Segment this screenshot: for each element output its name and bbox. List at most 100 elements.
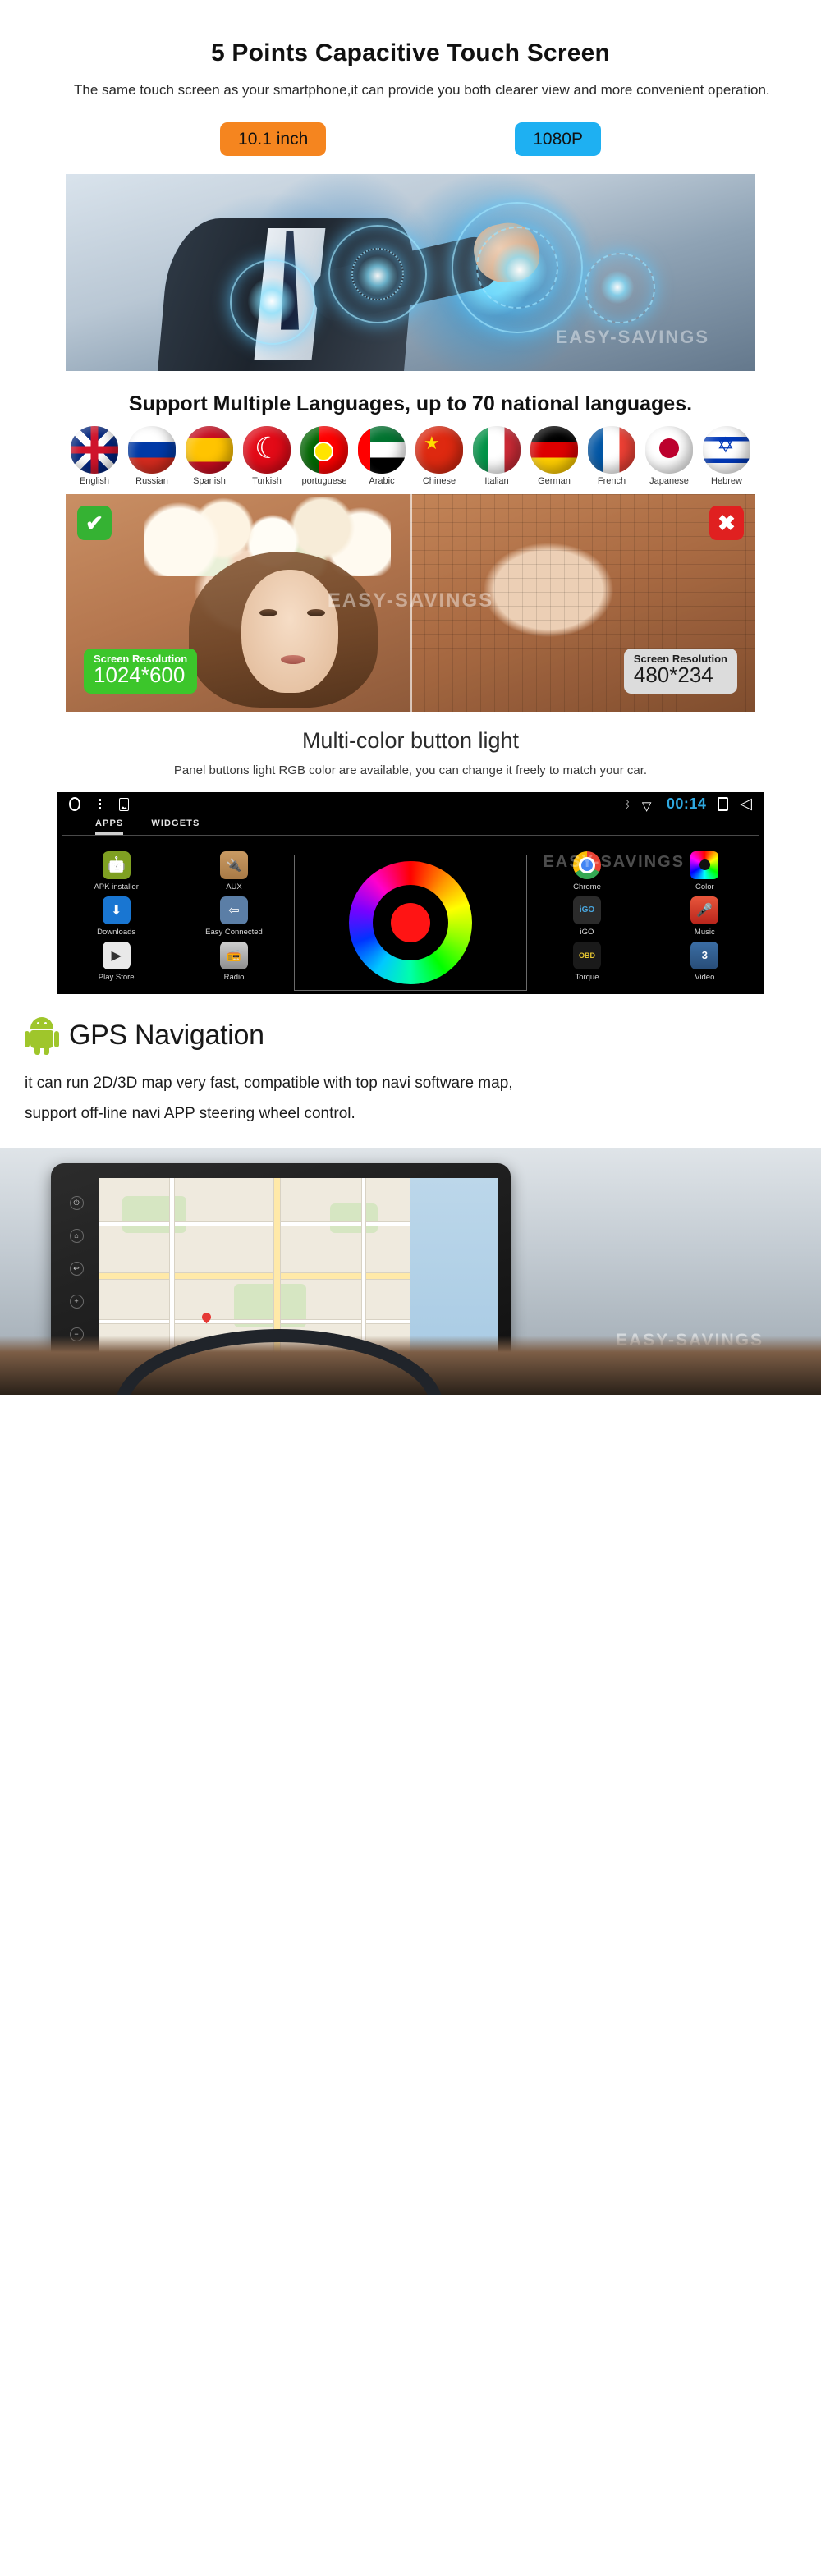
app-color[interactable]: Color (646, 846, 764, 892)
badge-screen-size: 10.1 inch (220, 121, 327, 156)
home-key[interactable]: ⌂ (69, 1228, 84, 1243)
app-label: Music (694, 927, 715, 937)
gps-heading-row: GPS Navigation (25, 1016, 821, 1055)
app-easy-connected[interactable]: ⇦ Easy Connected (175, 892, 292, 937)
flag-label: Spanish (193, 475, 226, 486)
app-label: Torque (575, 972, 599, 982)
flag-item-english: English (67, 425, 122, 486)
volume-up-key[interactable]: + (69, 1294, 84, 1309)
app-label: Easy Connected (205, 927, 263, 937)
color-preview-swatch[interactable] (391, 902, 430, 942)
flag-item-french: French (585, 425, 640, 486)
gps-description-line1: it can run 2D/3D map very fast, compatib… (25, 1074, 513, 1092)
menu-icon[interactable] (99, 799, 101, 810)
photo-lips (281, 654, 305, 664)
color-icon (690, 850, 719, 879)
torque-icon: OBD (572, 941, 601, 969)
app-apk-installer[interactable]: APK installer (57, 846, 175, 892)
page-title: 5 Points Capacitive Touch Screen (211, 39, 610, 66)
button-light-title: Multi-color button light (301, 727, 520, 753)
power-key[interactable]: ⏻ (69, 1195, 84, 1210)
aux-icon: 🔌 (219, 850, 248, 879)
button-light-description: Panel buttons light RGB color are availa… (173, 763, 648, 777)
app-slot-empty (410, 846, 528, 851)
app-chrome[interactable]: Chrome (528, 846, 645, 892)
home-icon[interactable] (69, 797, 80, 812)
map-road (361, 1178, 365, 1361)
touch-screen-description: The same touch screen as your smartphone… (74, 82, 770, 98)
app-aux[interactable]: 🔌 AUX (175, 846, 292, 892)
check-mark-icon: ✔ (77, 505, 112, 540)
touch-screen-photo: EASY-SAVINGS (66, 173, 755, 371)
flag-item-german: German (527, 425, 582, 486)
flag-label: Turkish (252, 475, 282, 486)
flag-uae-icon (358, 425, 406, 474)
tab-apps[interactable]: APPS (95, 818, 124, 835)
flag-item-russian: Russian (125, 425, 180, 486)
apk-installer-icon (102, 850, 131, 879)
flag-item-hebrew: Hebrew (699, 425, 754, 486)
map-water (410, 1178, 498, 1361)
color-picker-dialog[interactable] (294, 854, 527, 991)
app-slot-empty (293, 846, 410, 851)
tab-widgets[interactable]: WIDGETS (151, 818, 200, 835)
app-label: Color (695, 882, 714, 892)
app-torque[interactable]: OBD Torque (528, 937, 645, 982)
flag-label: Chinese (422, 475, 456, 486)
recents-icon[interactable] (718, 797, 729, 812)
app-label: Radio (223, 972, 245, 982)
flag-germany-icon (530, 425, 578, 474)
flag-italy-icon (473, 425, 521, 474)
app-downloads[interactable]: ⬇ Downloads (57, 892, 175, 937)
android-robot-icon (25, 1016, 59, 1055)
color-wheel[interactable] (349, 860, 472, 984)
head-unit-key-column: ⏻ ⌂ ↩ + − (62, 1186, 90, 1350)
app-radio[interactable]: 📻 Radio (175, 937, 292, 982)
flag-label: French (597, 475, 626, 486)
android-screenshot: ᛒ 00:14 ◁ APPS WIDGETS APK installer 🔌 A… (57, 791, 764, 994)
spec-badge-row: 10.1 inch 1080P (0, 121, 821, 156)
app-play-store[interactable]: ▶ Play Store (57, 937, 175, 982)
button-light-section: Multi-color button light Panel buttons l… (0, 728, 821, 994)
resolution-good-value: 1024*600 (94, 662, 186, 688)
app-music[interactable]: 🎤 Music (646, 892, 764, 937)
flag-label: Hebrew (711, 475, 742, 486)
languages-section: Support Multiple Languages, up to 70 nat… (0, 392, 821, 486)
photo-face (241, 569, 338, 693)
screenshot-icon[interactable] (119, 797, 129, 811)
app-label: APK installer (94, 882, 139, 892)
flag-portugal-icon (300, 425, 348, 474)
map-park (329, 1203, 378, 1233)
hud-glow (248, 277, 296, 325)
flag-label: Japanese (649, 475, 689, 486)
gps-description-line2: support off-line navi APP steering wheel… (25, 1104, 355, 1122)
flag-turkey-icon (243, 425, 291, 474)
android-status-bar: ᛒ 00:14 ◁ (57, 792, 764, 817)
flag-item-chinese: Chinese (412, 425, 467, 486)
app-label: AUX (226, 882, 242, 892)
flag-label: portuguese (301, 475, 347, 486)
flag-item-japanese: Japanese (642, 425, 697, 486)
app-label: Video (695, 972, 715, 982)
radio-icon: 📻 (219, 941, 248, 969)
bluetooth-icon: ᛒ (624, 798, 631, 811)
chrome-icon (572, 850, 601, 879)
back-icon[interactable]: ◁ (740, 796, 752, 812)
touch-screen-section: 5 Points Capacitive Touch Screen The sam… (0, 0, 821, 371)
music-icon: 🎤 (690, 896, 719, 924)
map-park (122, 1196, 186, 1233)
photo-eye-left (259, 608, 277, 616)
flag-france-icon (588, 425, 635, 474)
back-key[interactable]: ↩ (69, 1261, 84, 1276)
badge-resolution: 1080P (515, 121, 601, 156)
photo-watermark: EASY-SAVINGS (555, 326, 709, 347)
flag-row: English Russian Spanish Turkish portugue… (0, 425, 821, 486)
resolution-bad-box: Screen Resolution 480*234 (623, 648, 737, 694)
status-clock: 00:14 (666, 795, 707, 813)
flag-label: German (538, 475, 571, 486)
map-road (170, 1178, 175, 1361)
gps-title: GPS Navigation (69, 1020, 264, 1052)
app-igo[interactable]: iGO iGO (528, 892, 645, 937)
wifi-icon (642, 799, 655, 814)
app-video[interactable]: 3 Video (646, 937, 764, 982)
